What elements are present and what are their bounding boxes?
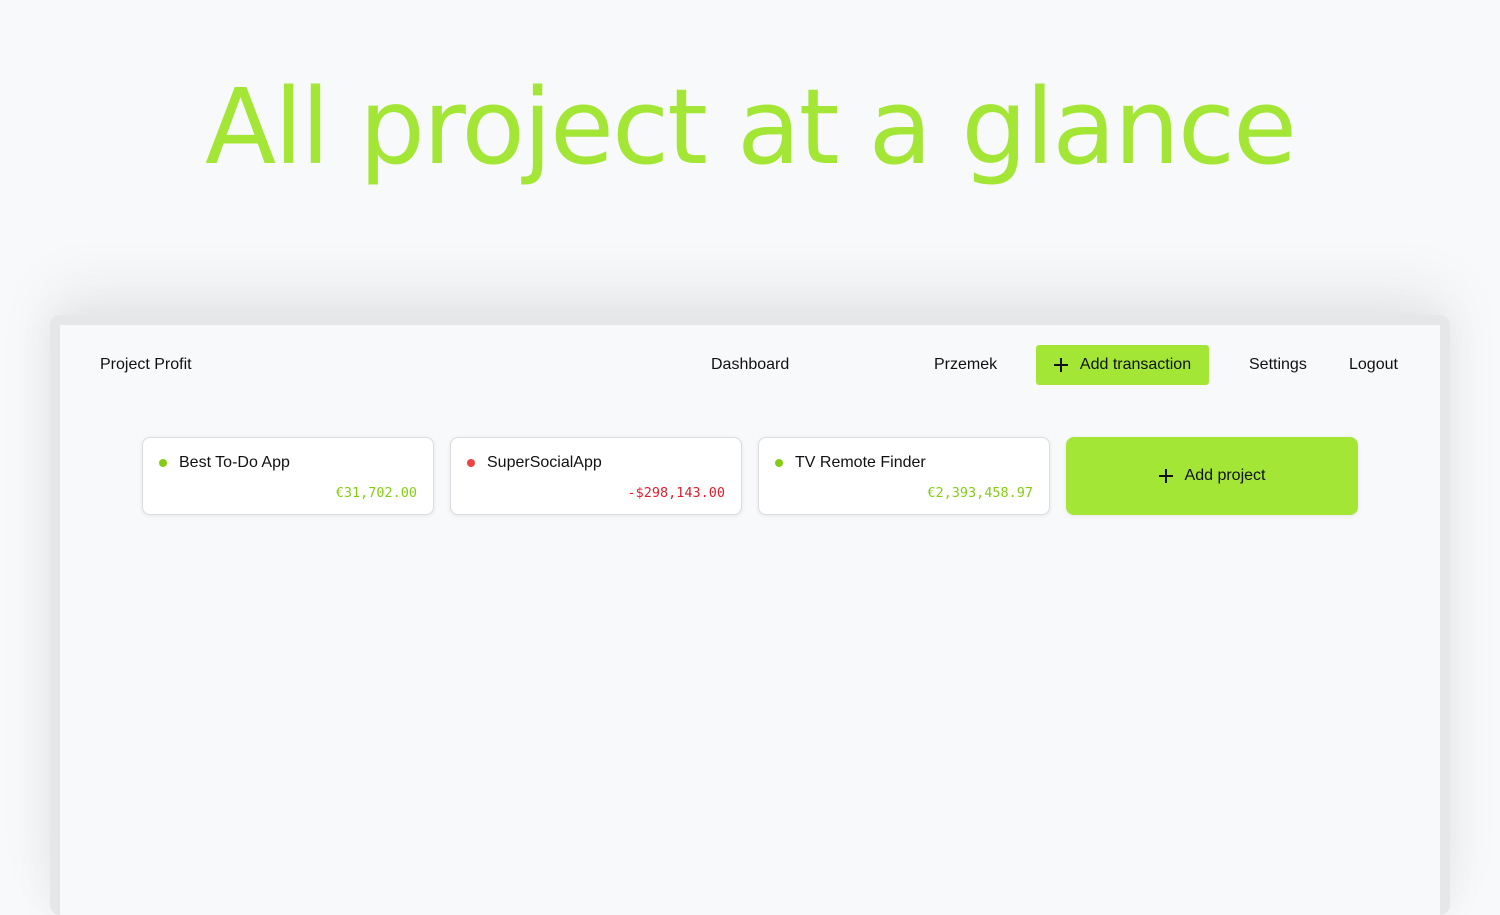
project-card[interactable]: Best To-Do App €31,702.00 bbox=[142, 437, 434, 515]
project-name: TV Remote Finder bbox=[795, 454, 926, 471]
status-dot-icon bbox=[775, 459, 783, 467]
add-transaction-button[interactable]: Add transaction bbox=[1036, 345, 1209, 385]
brand-name[interactable]: Project Profit bbox=[100, 345, 192, 385]
status-dot-icon bbox=[159, 459, 167, 467]
nav-settings-link[interactable]: Settings bbox=[1249, 345, 1307, 385]
top-navbar: Project Profit Dashboard Przemek Add tra… bbox=[60, 345, 1440, 385]
add-transaction-label: Add transaction bbox=[1079, 356, 1192, 373]
hero-section: All project at a glance bbox=[0, 0, 1500, 260]
project-card[interactable]: TV Remote Finder €2,393,458.97 bbox=[758, 437, 1050, 515]
hero-title: All project at a glance bbox=[204, 66, 1297, 188]
app-window: Project Profit Dashboard Przemek Add tra… bbox=[60, 325, 1440, 915]
add-project-label: Add project bbox=[1184, 467, 1266, 484]
project-name: Best To-Do App bbox=[179, 454, 290, 471]
nav-logout-link[interactable]: Logout bbox=[1349, 345, 1398, 385]
status-dot-icon bbox=[467, 459, 475, 467]
nav-dashboard-link[interactable]: Dashboard bbox=[711, 345, 789, 385]
project-amount: €2,393,458.97 bbox=[927, 485, 1033, 501]
add-project-button[interactable]: Add project bbox=[1066, 437, 1358, 515]
project-amount: €31,702.00 bbox=[335, 485, 417, 501]
plus-icon bbox=[1158, 469, 1173, 483]
nav-user-link[interactable]: Przemek bbox=[934, 345, 997, 385]
project-card[interactable]: SuperSocialApp -$298,143.00 bbox=[450, 437, 742, 515]
project-amount: -$298,143.00 bbox=[627, 485, 725, 501]
project-name: SuperSocialApp bbox=[487, 454, 602, 471]
project-cards: Best To-Do App €31,702.00 SuperSocialApp… bbox=[142, 437, 1362, 517]
plus-icon bbox=[1053, 358, 1068, 372]
